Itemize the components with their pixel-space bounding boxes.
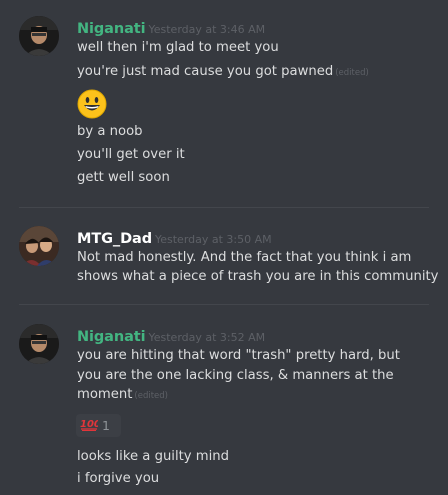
avatar[interactable] [19,324,59,364]
message-text: you are hitting that word "trash" pretty… [77,348,400,363]
message-divider [19,207,429,208]
message-text-content: moment [77,387,133,402]
message-text: shows what a piece of trash you are in t… [77,269,439,284]
timestamp: Yesterday at 3:50 AM [154,233,272,246]
message-text: i forgive you [77,471,160,486]
username[interactable]: Niganati [77,21,146,37]
timestamp: Yesterday at 3:46 AM [148,23,266,36]
edited-label: (edited) [134,391,168,401]
avatar[interactable] [19,16,59,56]
chat-messages: Niganati Yesterday at 3:46 AM well then i… [0,0,448,495]
message-header: Niganati Yesterday at 3:46 AM [77,18,265,37]
avatar[interactable] [19,226,59,266]
message-text: gett well soon [77,170,170,185]
message-text-content: you're just mad cause you got pawned [77,64,334,79]
hundred-points-icon: 100 [80,416,101,435]
message-text: you are the one lacking class, & manners… [77,368,394,383]
timestamp: Yesterday at 3:52 AM [148,331,266,344]
message-header: MTG_Dad Yesterday at 3:50 AM [77,228,272,247]
message-text: looks like a guilty mind [77,449,230,464]
edited-label: (edited) [335,68,369,78]
message-text: you're just mad cause you got pawned (edi… [77,62,369,83]
reaction-button[interactable]: 100 1 [76,414,121,437]
reaction-count: 1 [102,418,110,433]
message-text: well then i'm glad to meet you [77,40,279,55]
message-text: moment (edited) [77,385,168,406]
message-text: Not mad honestly. And the fact that you … [77,250,412,265]
message-divider [19,304,429,305]
grinning-face-icon [76,88,108,120]
message-text: by a noob [77,124,143,139]
username[interactable]: MTG_Dad [77,231,152,247]
message-text: you'll get over it [77,147,185,162]
username[interactable]: Niganati [77,329,146,345]
message-header: Niganati Yesterday at 3:52 AM [77,326,265,345]
